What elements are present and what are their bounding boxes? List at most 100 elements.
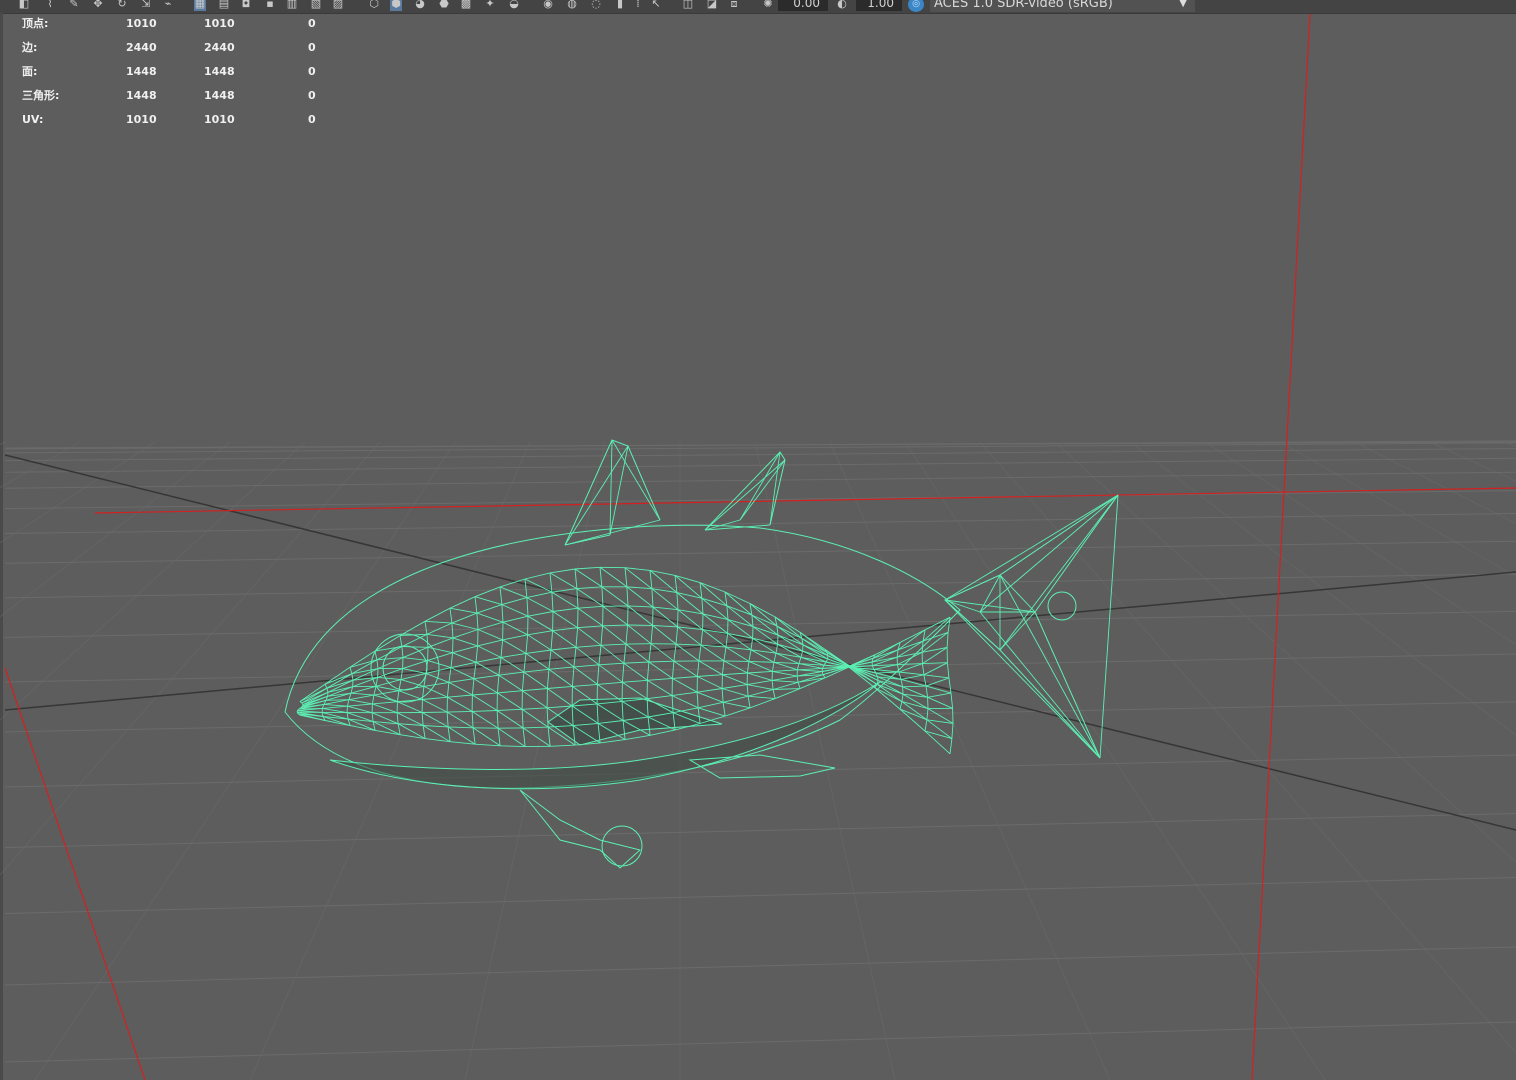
mesh-edge <box>347 705 373 714</box>
mesh-edge <box>371 695 375 704</box>
mesh-edge <box>324 684 328 689</box>
mesh-edge <box>722 672 748 676</box>
perspective-grid <box>0 440 1516 1080</box>
mesh-edge <box>923 674 949 679</box>
grid-line <box>249 441 531 1080</box>
tail-joint-handle[interactable] <box>1047 591 1077 621</box>
mesh-edge <box>524 578 528 598</box>
mesh-edge <box>949 738 953 754</box>
mesh-edge <box>451 622 479 630</box>
mesh-edge <box>375 677 379 687</box>
mesh-edge <box>396 712 399 724</box>
grid-line <box>34 441 456 1080</box>
mesh-edge <box>601 586 629 607</box>
mesh-edge <box>472 694 498 711</box>
mesh-edge <box>526 597 554 612</box>
mesh-edge <box>697 676 723 689</box>
mesh-edge <box>772 689 776 699</box>
mesh-edge <box>499 586 528 599</box>
mesh-edge <box>500 652 527 658</box>
mesh-edge <box>451 612 478 624</box>
mesh-edge <box>898 671 902 680</box>
hud-label: 边: <box>22 41 38 54</box>
mesh-edge <box>575 644 602 648</box>
mesh-edge <box>721 688 724 703</box>
mesh-edge <box>547 727 551 747</box>
mesh-edge <box>724 707 751 717</box>
mesh-edge <box>648 660 674 663</box>
grid-line <box>4 513 1516 535</box>
mesh-edge <box>921 641 924 653</box>
mesh-edge <box>325 692 352 701</box>
mesh-edge <box>322 705 348 709</box>
mesh-edge <box>498 674 523 692</box>
mesh-edge <box>449 607 477 614</box>
mesh-edge <box>473 678 498 694</box>
hud-value-selected: 1010 <box>204 113 235 126</box>
mesh-edge <box>721 688 749 697</box>
mesh-edge <box>427 646 453 654</box>
mesh-edge <box>951 723 954 739</box>
mesh-edge <box>577 607 603 627</box>
mesh-edge <box>477 639 503 647</box>
grid-line <box>0 441 381 876</box>
mesh-edge <box>347 703 373 707</box>
mesh-edge <box>496 710 499 729</box>
grid-line <box>754 441 896 1080</box>
mesh-edge <box>447 696 473 712</box>
mesh-edge <box>373 690 399 696</box>
mesh-edge <box>377 676 402 681</box>
mesh-edge <box>446 712 449 727</box>
mesh-edge <box>474 596 478 614</box>
frustum-edge-top <box>94 487 1516 514</box>
mesh-edge <box>901 694 904 702</box>
viewport-3d[interactable] <box>0 0 1516 1080</box>
mesh-edge <box>746 684 749 697</box>
hud-value-object: 1010 <box>126 113 157 126</box>
hud-value-selected: 2440 <box>204 41 235 54</box>
mesh-edge <box>450 652 454 668</box>
mesh-edge <box>322 707 348 714</box>
mesh-edge <box>625 624 629 645</box>
mesh-edge <box>526 591 552 599</box>
mesh-edge <box>648 643 652 663</box>
mesh-edge <box>721 660 725 675</box>
mesh-edge <box>422 699 448 713</box>
grid-line <box>4 946 1516 986</box>
mesh-edge <box>522 727 526 747</box>
mesh-edge <box>471 711 474 728</box>
mesh-edge <box>748 695 776 700</box>
mesh-edge <box>496 710 524 729</box>
mesh-edge <box>979 611 1101 759</box>
mesh-edge <box>798 657 802 664</box>
mesh-edge <box>522 690 548 709</box>
mesh-edge <box>723 660 749 662</box>
mesh-edge <box>772 670 798 677</box>
mesh-edge <box>623 661 649 664</box>
mesh-edge <box>902 685 927 688</box>
mesh-edge <box>502 615 529 623</box>
mesh-edge <box>399 620 426 636</box>
mesh-edge <box>899 701 903 710</box>
mesh-edge <box>724 591 728 606</box>
mesh-edge <box>346 699 350 707</box>
mesh-edge <box>749 603 778 627</box>
frustum-edge-right <box>1251 13 1311 1080</box>
mesh-edge <box>573 647 577 667</box>
mesh-edge <box>676 592 679 610</box>
mesh-edge <box>797 667 823 671</box>
mesh-edge <box>449 596 476 609</box>
mesh-edge <box>350 692 374 696</box>
mesh-edge <box>797 682 801 689</box>
mesh-edge <box>611 439 661 521</box>
grid-line <box>4 701 1516 733</box>
mesh-edge <box>500 639 504 658</box>
mesh-edge <box>426 633 454 639</box>
mesh-edge <box>472 710 498 712</box>
mesh-edge <box>471 711 499 729</box>
mesh-edge <box>623 662 648 681</box>
fish-anal-fin <box>688 754 836 779</box>
grid-line <box>1354 441 1516 525</box>
mesh-edge <box>627 624 652 645</box>
mesh-edge <box>521 672 525 691</box>
